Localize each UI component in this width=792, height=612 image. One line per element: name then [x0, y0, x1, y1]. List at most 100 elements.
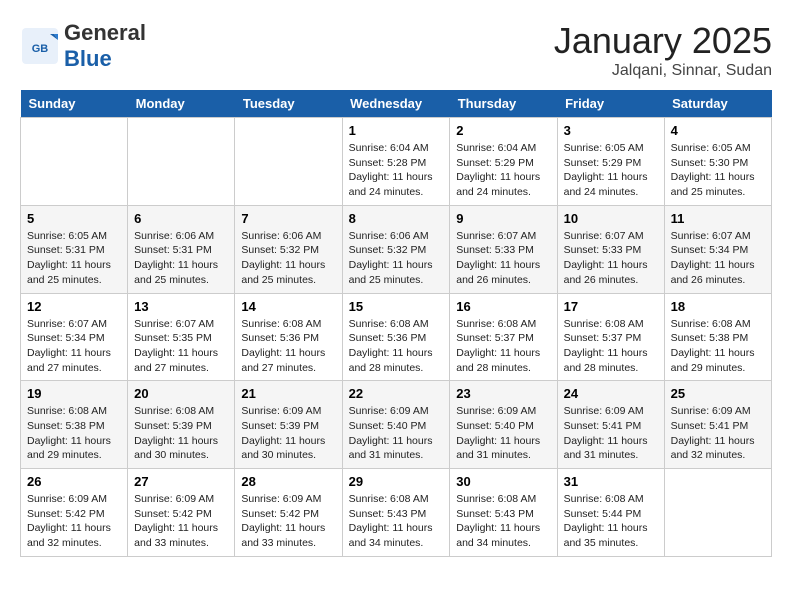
calendar-cell: 6 Sunrise: 6:06 AM Sunset: 5:31 PM Daylig…: [128, 205, 235, 293]
day-number: 31: [564, 474, 658, 489]
day-number: 25: [671, 386, 765, 401]
day-info: Sunrise: 6:09 AM Sunset: 5:41 PM Dayligh…: [671, 404, 765, 463]
week-row-5: 26Sunrise: 6:09 AM Sunset: 5:42 PM Dayli…: [21, 469, 772, 557]
day-info: Sunrise: 6:05 AM Sunset: 5:30 PM Dayligh…: [671, 141, 765, 200]
day-info: Sunrise: 6:08 AM Sunset: 5:43 PM Dayligh…: [456, 492, 550, 551]
day-info: Sunrise: 6:08 AM Sunset: 5:37 PM Dayligh…: [456, 317, 550, 376]
week-row-2: 5Sunrise: 6:05 AM Sunset: 5:31 PM Daylig…: [21, 205, 772, 293]
day-number: 22: [349, 386, 444, 401]
calendar-cell: 27Sunrise: 6:09 AM Sunset: 5:42 PM Dayli…: [128, 469, 235, 557]
day-number: 19: [27, 386, 121, 401]
calendar-cell: 25 Sunrise: 6:09 AM Sunset: 5:41 PM Dayli…: [664, 381, 771, 469]
weekday-header-sunday: Sunday: [21, 90, 128, 118]
day-info: Sunrise: 6:08 AM Sunset: 5:44 PM Dayligh…: [564, 492, 658, 551]
page-header: GB General Blue January 2025 Jalqani, Si…: [20, 20, 772, 80]
day-number: 7: [241, 211, 335, 226]
calendar-cell: 18 Sunrise: 6:08 AM Sunset: 5:38 PM Dayli…: [664, 293, 771, 381]
logo-blue-text: Blue: [64, 46, 112, 71]
day-number: 30: [456, 474, 550, 489]
calendar-cell: 11 Sunrise: 6:07 AM Sunset: 5:34 PM Dayli…: [664, 205, 771, 293]
calendar-cell: 3 Sunrise: 6:05 AM Sunset: 5:29 PM Daylig…: [557, 118, 664, 206]
day-info: Sunrise: 6:09 AM Sunset: 5:40 PM Dayligh…: [456, 404, 550, 463]
weekday-header-saturday: Saturday: [664, 90, 771, 118]
calendar-cell: 16Sunrise: 6:08 AM Sunset: 5:37 PM Dayli…: [450, 293, 557, 381]
week-row-3: 12 Sunrise: 6:07 AM Sunset: 5:34 PM Dayli…: [21, 293, 772, 381]
calendar-cell: 5Sunrise: 6:05 AM Sunset: 5:31 PM Daylig…: [21, 205, 128, 293]
day-number: 15: [349, 299, 444, 314]
calendar-cell: 24 Sunrise: 6:09 AM Sunset: 5:41 PM Dayli…: [557, 381, 664, 469]
calendar-cell: [235, 118, 342, 206]
day-info: Sunrise: 6:08 AM Sunset: 5:36 PM Dayligh…: [349, 317, 444, 376]
calendar-cell: 28 Sunrise: 6:09 AM Sunset: 5:42 PM Dayli…: [235, 469, 342, 557]
day-info: Sunrise: 6:05 AM Sunset: 5:31 PM Dayligh…: [27, 229, 121, 288]
calendar-cell: 7Sunrise: 6:06 AM Sunset: 5:32 PM Daylig…: [235, 205, 342, 293]
month-title: January 2025: [554, 20, 772, 62]
day-number: 4: [671, 123, 765, 138]
day-info: Sunrise: 6:07 AM Sunset: 5:34 PM Dayligh…: [27, 317, 121, 376]
calendar-cell: 9 Sunrise: 6:07 AM Sunset: 5:33 PM Daylig…: [450, 205, 557, 293]
day-info: Sunrise: 6:07 AM Sunset: 5:33 PM Dayligh…: [456, 229, 550, 288]
day-number: 2: [456, 123, 550, 138]
day-info: Sunrise: 6:09 AM Sunset: 5:42 PM Dayligh…: [27, 492, 121, 551]
day-info: Sunrise: 6:05 AM Sunset: 5:29 PM Dayligh…: [564, 141, 658, 200]
calendar-cell: 19 Sunrise: 6:08 AM Sunset: 5:38 PM Dayli…: [21, 381, 128, 469]
calendar-cell: [128, 118, 235, 206]
day-info: Sunrise: 6:09 AM Sunset: 5:39 PM Dayligh…: [241, 404, 335, 463]
weekday-header-monday: Monday: [128, 90, 235, 118]
day-number: 21: [241, 386, 335, 401]
week-row-4: 19 Sunrise: 6:08 AM Sunset: 5:38 PM Dayli…: [21, 381, 772, 469]
day-info: Sunrise: 6:04 AM Sunset: 5:28 PM Dayligh…: [349, 141, 444, 200]
calendar-cell: 8 Sunrise: 6:06 AM Sunset: 5:32 PM Daylig…: [342, 205, 450, 293]
day-number: 8: [349, 211, 444, 226]
day-info: Sunrise: 6:07 AM Sunset: 5:34 PM Dayligh…: [671, 229, 765, 288]
title-block: January 2025 Jalqani, Sinnar, Sudan: [554, 20, 772, 80]
day-number: 9: [456, 211, 550, 226]
calendar-cell: 23Sunrise: 6:09 AM Sunset: 5:40 PM Dayli…: [450, 381, 557, 469]
day-info: Sunrise: 6:08 AM Sunset: 5:39 PM Dayligh…: [134, 404, 228, 463]
calendar-cell: 14Sunrise: 6:08 AM Sunset: 5:36 PM Dayli…: [235, 293, 342, 381]
day-number: 6: [134, 211, 228, 226]
day-number: 17: [564, 299, 658, 314]
day-number: 29: [349, 474, 444, 489]
location: Jalqani, Sinnar, Sudan: [554, 62, 772, 80]
calendar-table: SundayMondayTuesdayWednesdayThursdayFrid…: [20, 90, 772, 557]
day-info: Sunrise: 6:08 AM Sunset: 5:38 PM Dayligh…: [671, 317, 765, 376]
day-number: 11: [671, 211, 765, 226]
day-info: Sunrise: 6:06 AM Sunset: 5:31 PM Dayligh…: [134, 229, 228, 288]
day-number: 1: [349, 123, 444, 138]
weekday-header-tuesday: Tuesday: [235, 90, 342, 118]
calendar-cell: 20 Sunrise: 6:08 AM Sunset: 5:39 PM Dayli…: [128, 381, 235, 469]
calendar-cell: 30 Sunrise: 6:08 AM Sunset: 5:43 PM Dayli…: [450, 469, 557, 557]
week-row-1: 1 Sunrise: 6:04 AM Sunset: 5:28 PM Daylig…: [21, 118, 772, 206]
day-number: 3: [564, 123, 658, 138]
calendar-cell: 26Sunrise: 6:09 AM Sunset: 5:42 PM Dayli…: [21, 469, 128, 557]
day-number: 18: [671, 299, 765, 314]
day-info: Sunrise: 6:09 AM Sunset: 5:40 PM Dayligh…: [349, 404, 444, 463]
day-info: Sunrise: 6:07 AM Sunset: 5:35 PM Dayligh…: [134, 317, 228, 376]
day-number: 24: [564, 386, 658, 401]
calendar-cell: 29Sunrise: 6:08 AM Sunset: 5:43 PM Dayli…: [342, 469, 450, 557]
day-info: Sunrise: 6:09 AM Sunset: 5:42 PM Dayligh…: [241, 492, 335, 551]
day-number: 27: [134, 474, 228, 489]
day-info: Sunrise: 6:08 AM Sunset: 5:36 PM Dayligh…: [241, 317, 335, 376]
logo-icon: GB: [20, 26, 60, 66]
day-info: Sunrise: 6:08 AM Sunset: 5:38 PM Dayligh…: [27, 404, 121, 463]
logo: GB General Blue: [20, 20, 146, 72]
calendar-cell: [21, 118, 128, 206]
logo-general-text: General: [64, 20, 146, 45]
weekday-header-thursday: Thursday: [450, 90, 557, 118]
day-number: 28: [241, 474, 335, 489]
calendar-cell: 21 Sunrise: 6:09 AM Sunset: 5:39 PM Dayli…: [235, 381, 342, 469]
calendar-cell: 4 Sunrise: 6:05 AM Sunset: 5:30 PM Daylig…: [664, 118, 771, 206]
calendar-cell: 17Sunrise: 6:08 AM Sunset: 5:37 PM Dayli…: [557, 293, 664, 381]
calendar-cell: 2Sunrise: 6:04 AM Sunset: 5:29 PM Daylig…: [450, 118, 557, 206]
day-info: Sunrise: 6:06 AM Sunset: 5:32 PM Dayligh…: [349, 229, 444, 288]
weekday-header-wednesday: Wednesday: [342, 90, 450, 118]
svg-text:GB: GB: [32, 43, 49, 55]
calendar-cell: 13Sunrise: 6:07 AM Sunset: 5:35 PM Dayli…: [128, 293, 235, 381]
day-info: Sunrise: 6:09 AM Sunset: 5:41 PM Dayligh…: [564, 404, 658, 463]
calendar-cell: 10Sunrise: 6:07 AM Sunset: 5:33 PM Dayli…: [557, 205, 664, 293]
day-number: 20: [134, 386, 228, 401]
day-number: 12: [27, 299, 121, 314]
day-number: 10: [564, 211, 658, 226]
